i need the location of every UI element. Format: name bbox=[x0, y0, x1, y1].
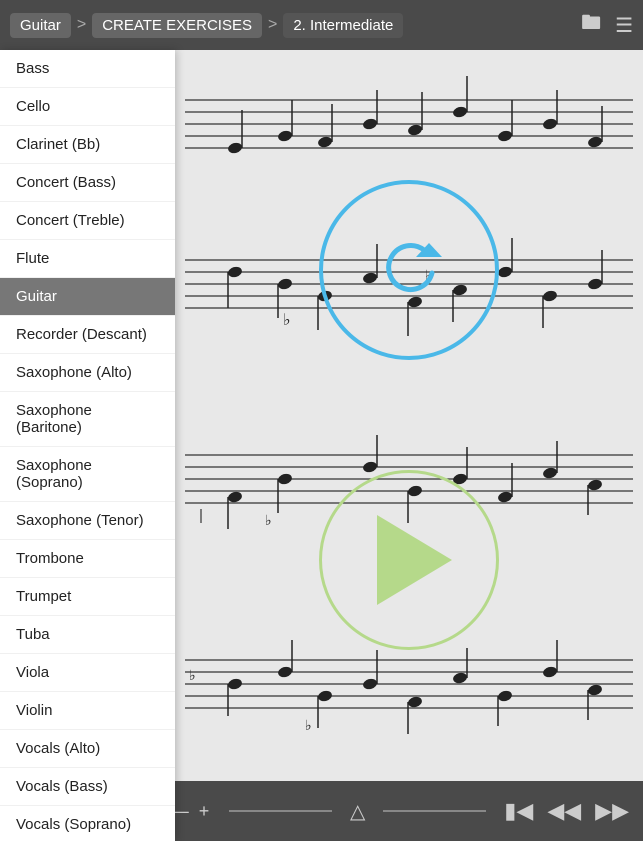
dropdown-item[interactable]: Saxophone (Soprano) bbox=[0, 447, 175, 502]
dropdown-item[interactable]: Flute bbox=[0, 240, 175, 278]
dropdown-item[interactable]: Trumpet bbox=[0, 578, 175, 616]
breadcrumb: Guitar > CREATE EXERCISES > 2. Intermedi… bbox=[10, 13, 581, 38]
breadcrumb-sep-1: > bbox=[77, 16, 86, 34]
svg-text:♭: ♭ bbox=[189, 667, 196, 683]
refresh-icon bbox=[374, 235, 444, 305]
instrument-breadcrumb[interactable]: Guitar bbox=[10, 13, 71, 38]
play-triangle-icon bbox=[377, 515, 452, 605]
tempo-increase-button[interactable]: + bbox=[197, 801, 212, 822]
rewind-button[interactable]: ◀◀ bbox=[547, 798, 581, 824]
svg-text:♭: ♭ bbox=[283, 312, 291, 329]
dropdown-item[interactable]: Concert (Treble) bbox=[0, 202, 175, 240]
dropdown-item[interactable]: Clarinet (Bb) bbox=[0, 126, 175, 164]
fast-forward-button[interactable]: ▶▶ bbox=[595, 798, 629, 824]
dropdown-item[interactable]: Vocals (Soprano) bbox=[0, 806, 175, 841]
divider bbox=[229, 810, 332, 812]
metronome-icon[interactable]: △ bbox=[350, 799, 365, 824]
play-circle[interactable] bbox=[319, 470, 499, 650]
dropdown-item[interactable]: Tuba bbox=[0, 616, 175, 654]
dropdown-item[interactable]: Trombone bbox=[0, 540, 175, 578]
divider2 bbox=[383, 810, 486, 812]
dropdown-item[interactable]: Saxophone (Tenor) bbox=[0, 502, 175, 540]
create-exercises-breadcrumb[interactable]: CREATE EXERCISES bbox=[92, 13, 262, 38]
breadcrumb-sep-2: > bbox=[268, 16, 277, 34]
dropdown-item[interactable]: Saxophone (Alto) bbox=[0, 354, 175, 392]
svg-text:♭: ♭ bbox=[265, 512, 272, 528]
dropdown-item[interactable]: Violin bbox=[0, 692, 175, 730]
dropdown-item[interactable]: Saxophone (Baritone) bbox=[0, 392, 175, 447]
dropdown-item[interactable]: Recorder (Descant) bbox=[0, 316, 175, 354]
sheet-music-svg: ♭ ♭ ♭ bbox=[175, 50, 643, 770]
hamburger-icon[interactable]: ☰ bbox=[615, 13, 633, 38]
sheet-music-area: ♭ ♭ ♭ bbox=[175, 50, 643, 781]
dropdown-item[interactable]: Viola bbox=[0, 654, 175, 692]
level-breadcrumb[interactable]: 2. Intermediate bbox=[283, 13, 403, 38]
app-header: Guitar > CREATE EXERCISES > 2. Intermedi… bbox=[0, 0, 643, 50]
dropdown-item[interactable]: Vocals (Bass) bbox=[0, 768, 175, 806]
playback-controls: ▮◀ ◀◀ ▶▶ bbox=[504, 798, 629, 824]
dropdown-item[interactable]: Concert (Bass) bbox=[0, 164, 175, 202]
svg-text:♭: ♭ bbox=[305, 717, 312, 733]
dropdown-item[interactable]: Bass bbox=[0, 50, 175, 88]
instrument-dropdown: BassCelloClarinet (Bb)Concert (Bass)Conc… bbox=[0, 50, 175, 841]
dropdown-item[interactable]: Guitar bbox=[0, 278, 175, 316]
dropdown-item[interactable]: Vocals (Alto) bbox=[0, 730, 175, 768]
dropdown-item[interactable]: Cello bbox=[0, 88, 175, 126]
header-icons: 🖿 ☰ bbox=[581, 8, 633, 42]
folder-icon[interactable]: 🖿 bbox=[581, 8, 601, 42]
refresh-circle[interactable] bbox=[319, 180, 499, 360]
skip-start-button[interactable]: ▮◀ bbox=[504, 798, 533, 824]
